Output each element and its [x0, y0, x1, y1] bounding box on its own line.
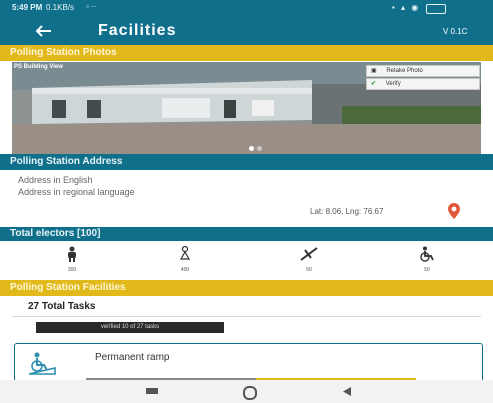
- status-network-speed: 0.1KB/s: [46, 3, 75, 12]
- back-button[interactable]: [342, 386, 352, 397]
- battery-icon: [426, 4, 446, 14]
- app-bar: Facilities V 0.1C: [0, 17, 493, 45]
- amenity-transgender: 50: [279, 246, 339, 282]
- camera-icon: ▣: [371, 68, 377, 74]
- address-section-header: Polling Station Address: [0, 154, 493, 170]
- facilities-section-header: Polling Station Facilities: [0, 280, 493, 296]
- status-system-icons: ▪ ▴ ◉: [392, 3, 421, 12]
- carousel-dot[interactable]: [257, 146, 262, 151]
- photo-label: PS Building View: [14, 64, 63, 70]
- retake-photo-button[interactable]: ▣ Retake Photo: [366, 65, 480, 77]
- task-progress-chip: verified 10 of 27 tasks: [36, 322, 224, 333]
- home-button[interactable]: [243, 386, 257, 400]
- address-english: Address in English: [18, 175, 93, 185]
- page-title: Facilities: [98, 22, 177, 39]
- male-icon: [68, 246, 76, 262]
- recents-button[interactable]: [146, 388, 158, 394]
- electors-bar: Total electors [100]: [0, 227, 493, 241]
- polling-station-photo[interactable]: PS Building View ▣ Retake Photo ✔ Verify: [12, 62, 481, 154]
- map-pin-icon[interactable]: [446, 202, 462, 220]
- female-icon: [179, 245, 191, 260]
- carousel-dot-active[interactable]: [249, 146, 254, 151]
- check-icon: ✔: [371, 81, 377, 87]
- wheelchair-icon: [420, 246, 434, 262]
- facility-title: Permanent ramp: [95, 352, 170, 363]
- total-electors-label: Total electors [100]: [10, 228, 101, 239]
- verify-button[interactable]: ✔ Verify: [366, 78, 480, 90]
- photos-section-header: Polling Station Photos: [0, 45, 493, 61]
- amenity-wheelchair: 50: [397, 246, 457, 282]
- status-time: 5:49 PM: [12, 3, 43, 12]
- system-nav-bar: [0, 380, 493, 403]
- back-arrow-icon[interactable]: [36, 25, 52, 37]
- lat-lng: Lat: 8.06, Lng: 76.67: [310, 207, 384, 216]
- status-bar: 5:49 PM 0.1KB/s ▫ ·· ▪ ▴ ◉: [0, 0, 493, 17]
- status-notification-icons: ▫ ··: [86, 2, 97, 11]
- divider: [12, 316, 481, 317]
- amenity-male: 300: [42, 246, 102, 282]
- ramp-icon: [28, 352, 56, 375]
- address-regional: Address in regional language: [18, 187, 135, 197]
- app-version: V 0.1C: [443, 27, 468, 36]
- total-tasks: 27 Total Tasks: [28, 301, 96, 312]
- transgender-icon: [300, 247, 318, 261]
- amenity-female: 400: [155, 245, 215, 282]
